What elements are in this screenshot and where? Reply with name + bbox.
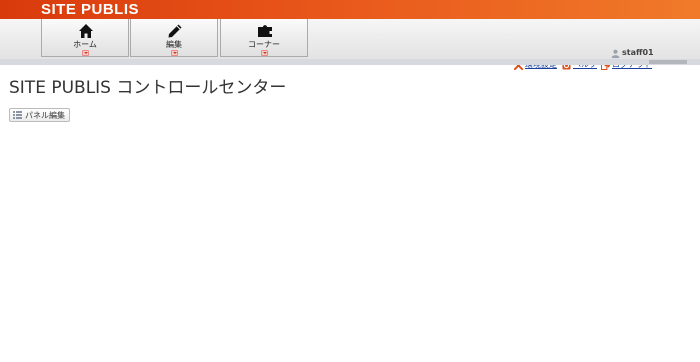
menu-corner[interactable]: コーナー <box>220 19 308 57</box>
collapse-handle[interactable] <box>649 60 687 64</box>
grid-icon <box>13 111 22 119</box>
current-user: staff01 <box>611 48 654 58</box>
brand-logo[interactable]: SITE PUBLIS <box>41 1 139 18</box>
user-icon <box>611 49 620 58</box>
chevron-down-icon[interactable] <box>171 50 178 56</box>
chevron-down-icon[interactable] <box>261 50 268 56</box>
top-header-bar: SITE PUBLIS <box>0 0 700 19</box>
main-navbar: ホーム 編集 コーナー staff01 環境設定 <box>0 19 700 70</box>
panel-edit-button[interactable]: パネル編集 <box>9 108 70 122</box>
home-icon <box>79 24 93 38</box>
puzzle-icon <box>258 25 272 37</box>
menu-home[interactable]: ホーム <box>41 19 129 57</box>
menu-edit-label: 編集 <box>166 40 182 49</box>
user-name: staff01 <box>622 48 654 57</box>
panel-edit-label: パネル編集 <box>25 110 65 120</box>
page-title: SITE PUBLIS コントロールセンター <box>9 78 287 98</box>
menu-home-label: ホーム <box>73 40 97 49</box>
pencil-icon <box>168 24 182 38</box>
chevron-down-icon[interactable] <box>82 50 89 56</box>
menu-corner-label: コーナー <box>248 40 280 49</box>
menu-edit[interactable]: 編集 <box>130 19 218 57</box>
sub-toolbar <box>0 59 700 65</box>
